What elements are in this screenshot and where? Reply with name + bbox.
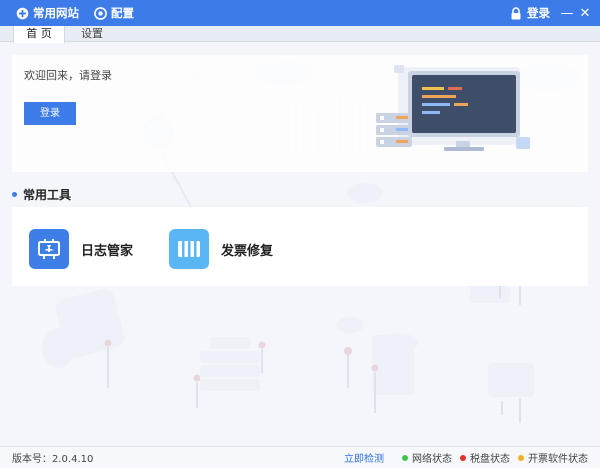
- config-label: 配置: [111, 6, 134, 20]
- status-bar: 版本号：2.0.4.10 立即检测 网络状态 税盘状态 开票软件状态: [0, 446, 600, 468]
- tab-bar: 首 页 设置: [0, 26, 600, 43]
- common-sites-menu[interactable]: 常用网站: [0, 0, 79, 26]
- config-menu[interactable]: 配置: [79, 0, 134, 26]
- tax-disk-status: 税盘状态: [460, 450, 510, 465]
- close-button[interactable]: ✕: [576, 0, 594, 26]
- title-bar: 常用网站 配置 登录 — ✕: [0, 0, 600, 26]
- invoice-repair-label: 发票修复: [221, 243, 274, 259]
- invoice-software-status-label: 开票软件状态: [528, 454, 588, 465]
- tab-settings-label: 设置: [81, 27, 103, 40]
- invoice-repair-icon: [169, 229, 209, 269]
- titlebar-login-button[interactable]: 登录: [510, 5, 550, 21]
- lock-icon: [510, 6, 523, 20]
- tax-disk-status-label: 税盘状态: [470, 454, 510, 465]
- invoice-software-status-dot: [518, 454, 524, 461]
- computer-illustration: [376, 65, 530, 151]
- tool-invoice-repair[interactable]: 发票修复: [169, 229, 273, 269]
- tool-log-manager[interactable]: 日志管家: [29, 229, 133, 269]
- network-status: 网络状态: [402, 450, 452, 465]
- tools-panel: 日志管家 发票修复: [12, 207, 588, 286]
- welcome-message: 欢迎回来，请登录: [24, 69, 112, 82]
- version-label: 版本号：2.0.4.10: [12, 454, 94, 465]
- login-button[interactable]: 登录: [24, 102, 76, 125]
- tab-home[interactable]: 首 页: [13, 26, 65, 43]
- gear-icon: [94, 6, 107, 20]
- common-sites-label: 常用网站: [33, 6, 79, 20]
- invoice-software-status: 开票软件状态: [518, 450, 588, 465]
- minimize-button[interactable]: —: [558, 0, 576, 26]
- titlebar-login-label: 登录: [527, 6, 550, 20]
- section-marker: [12, 192, 17, 197]
- tools-section-title: 常用工具: [12, 186, 71, 203]
- tab-settings[interactable]: 设置: [66, 26, 118, 42]
- log-manager-label: 日志管家: [81, 243, 134, 259]
- check-now-link[interactable]: 立即检测: [344, 450, 384, 465]
- network-status-dot: [402, 454, 408, 461]
- network-status-label: 网络状态: [412, 454, 452, 465]
- compass-icon: [16, 7, 29, 20]
- tools-title-text: 常用工具: [23, 188, 72, 202]
- welcome-card: 欢迎回来，请登录 登录: [12, 55, 588, 172]
- tax-disk-status-dot: [460, 454, 466, 461]
- log-manager-icon: [29, 229, 69, 269]
